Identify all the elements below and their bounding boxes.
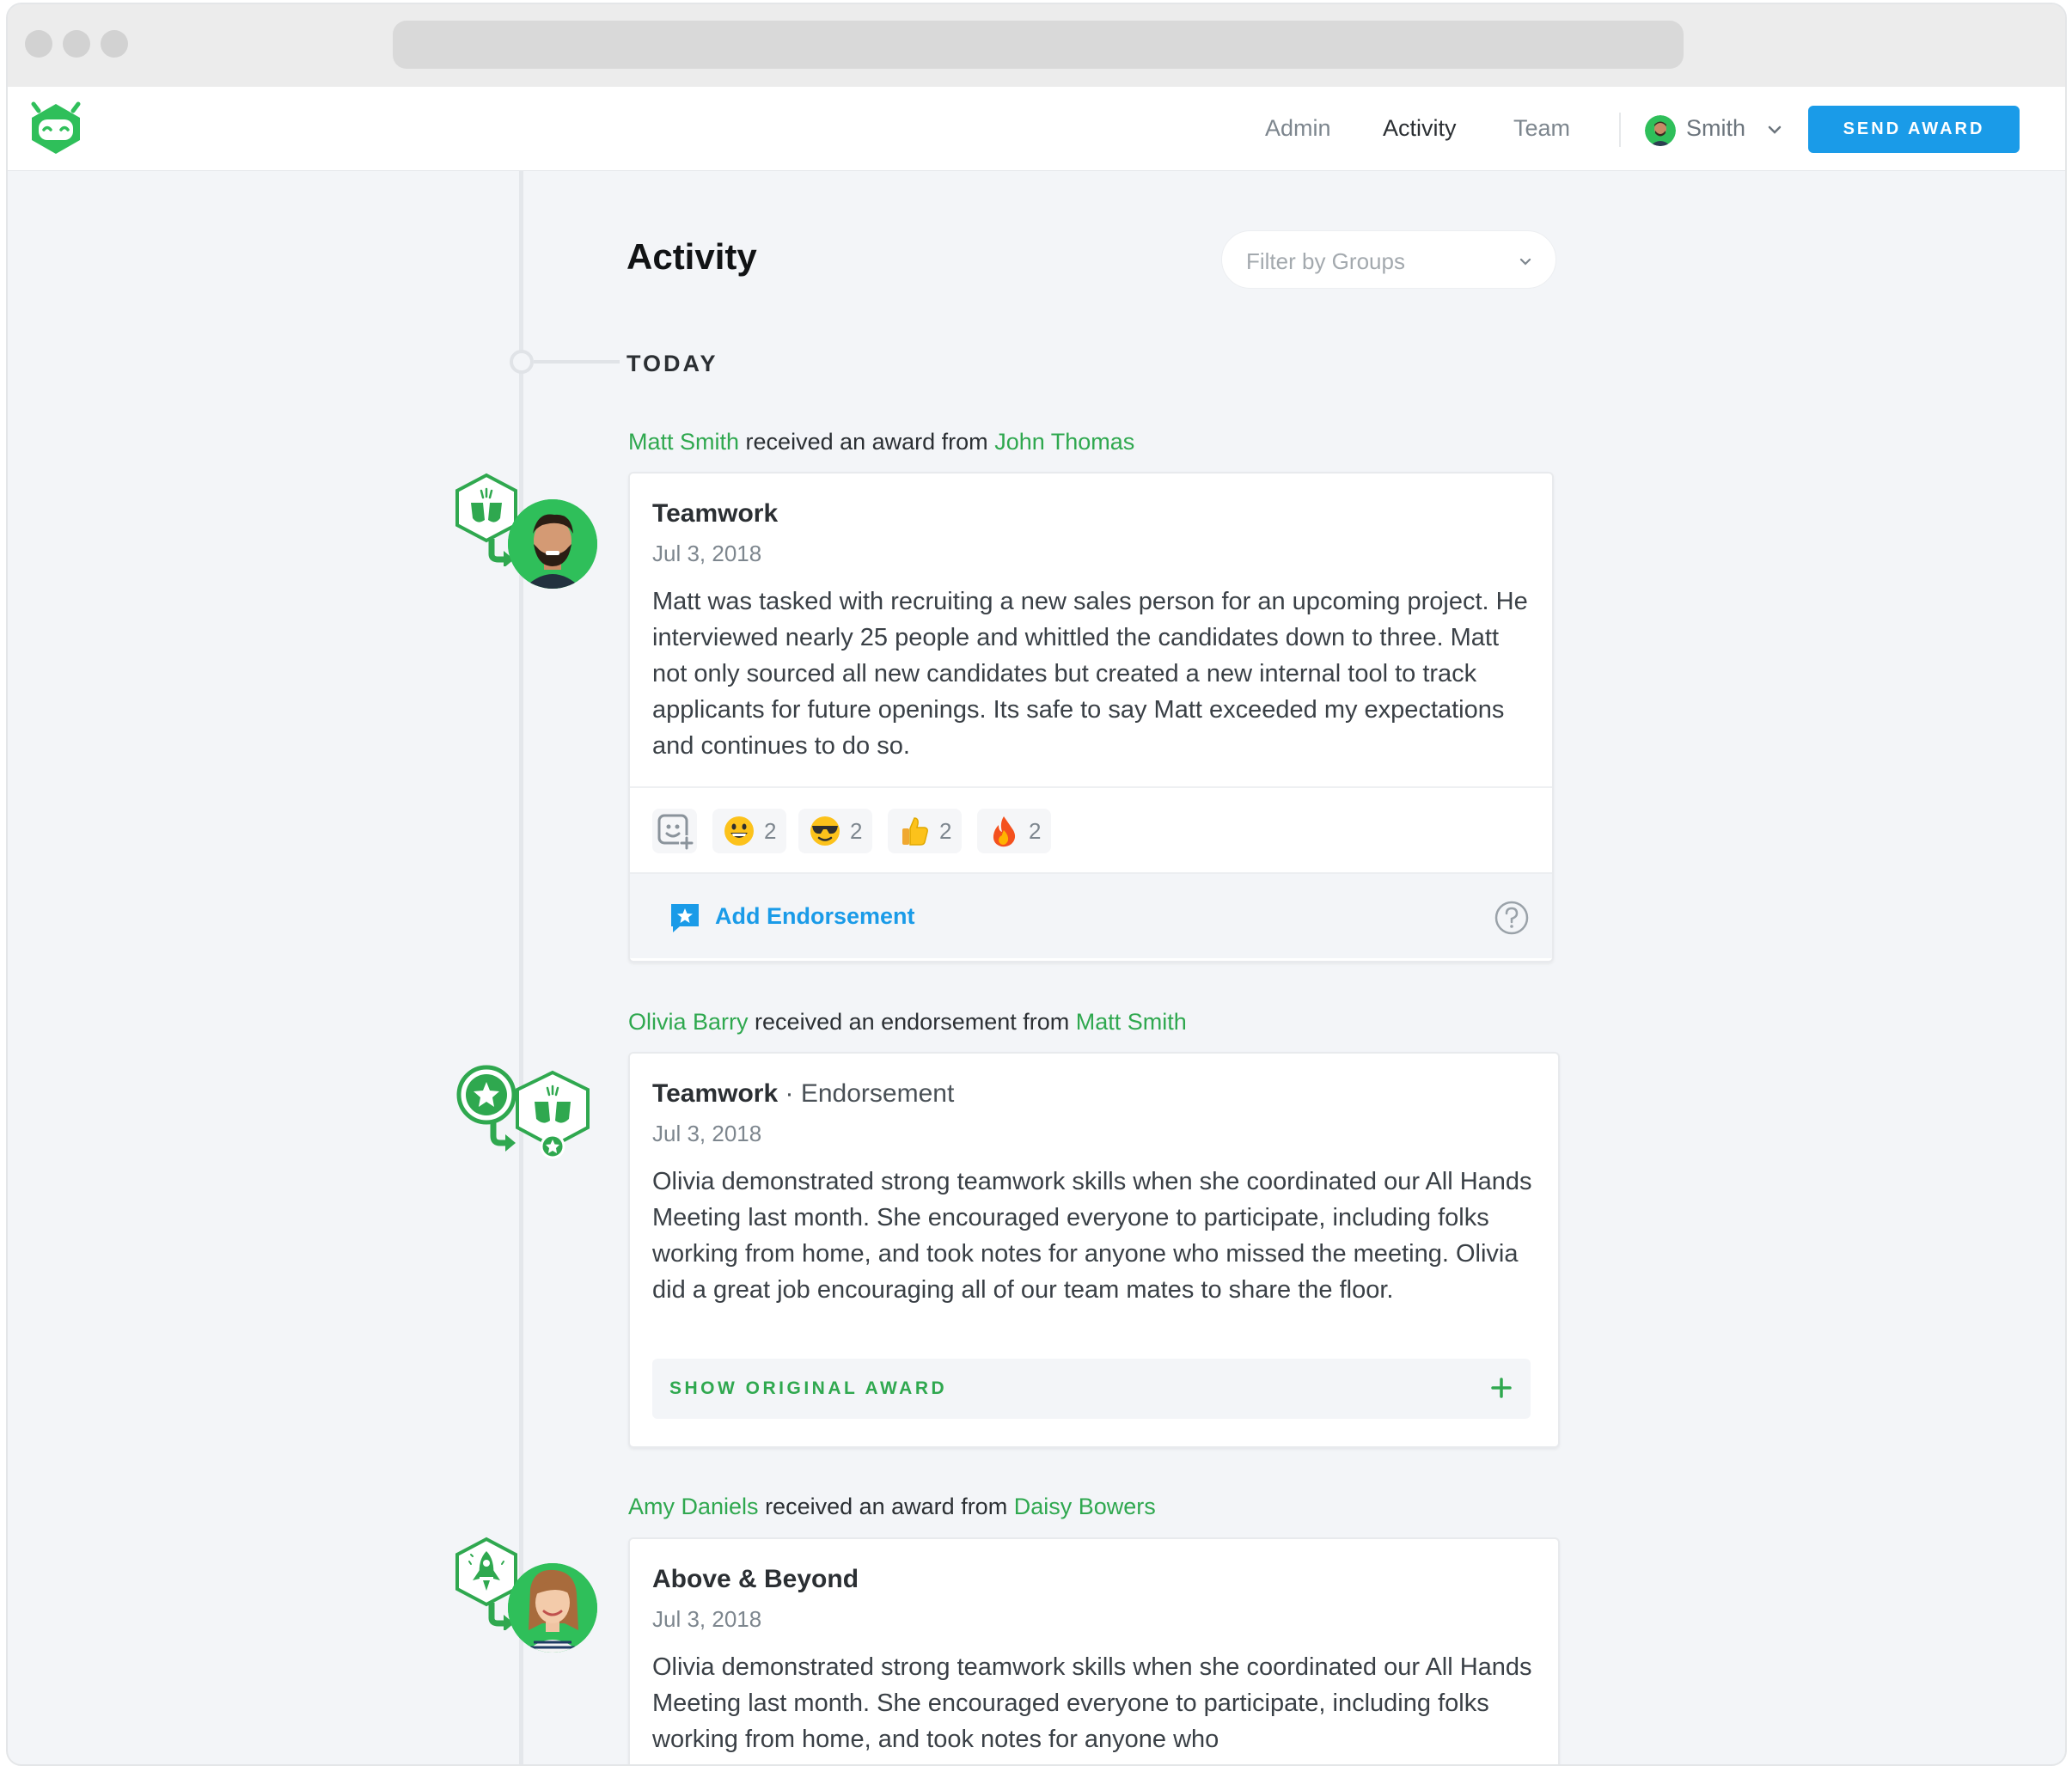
person-avatar-icon	[508, 1563, 597, 1653]
show-original-award-label: SHOW ORIGINAL AWARD	[669, 1378, 948, 1398]
headline-verb: received an award from	[745, 429, 988, 455]
timeline-node	[510, 350, 534, 374]
user-avatar[interactable]	[1645, 115, 1676, 146]
recipient-link[interactable]: Matt Smith	[628, 429, 739, 455]
fire-icon	[993, 816, 1016, 847]
endorsement-card: Teamwork · Endorsement Jul 3, 2018 Olivi…	[628, 1052, 1560, 1448]
reaction-count: 2	[1029, 817, 1042, 844]
giver-link[interactable]: Matt Smith	[1076, 1009, 1187, 1035]
feed-item-headline: Amy Daniels received an award from Daisy…	[628, 1494, 1156, 1520]
endorsement-bar: Add Endorsement	[630, 872, 1552, 958]
person-avatar-icon	[1645, 115, 1676, 146]
award-card: Teamwork Jul 3, 2018 Matt was tasked wit…	[628, 472, 1554, 962]
reaction-chip[interactable]: 2	[888, 809, 963, 853]
section-label-today: TODAY	[626, 351, 718, 376]
nav-link-activity[interactable]: Activity	[1383, 115, 1457, 142]
browser-window: Admin Activity Team Smith SEND AWARD Act…	[6, 3, 2067, 1766]
add-reaction-icon	[657, 814, 694, 851]
endorsement-subtitle: · Endorsement	[785, 1079, 955, 1108]
endorsement-star-icon[interactable]	[669, 902, 700, 933]
award-card: Above & Beyond Jul 3, 2018 Olivia demons…	[628, 1537, 1560, 1764]
send-award-button[interactable]: SEND AWARD	[1808, 106, 2020, 153]
reaction-chip[interactable]: 2	[977, 809, 1052, 853]
reaction-chip[interactable]: 2	[798, 809, 873, 853]
endorsement-message: Olivia demonstrated strong teamwork skil…	[652, 1168, 1532, 1304]
plus-icon	[1491, 1378, 1512, 1398]
reaction-count: 2	[939, 817, 952, 844]
headline-verb: received an award from	[765, 1494, 1008, 1519]
award-message: Matt was tasked with recruiting a new sa…	[652, 588, 1528, 760]
nav-link-admin[interactable]: Admin	[1265, 115, 1331, 142]
recipient-link[interactable]: Olivia Barry	[628, 1009, 749, 1035]
nav-divider	[1619, 113, 1621, 147]
feed-item-headline: Matt Smith received an award from John T…	[628, 429, 1134, 455]
address-bar[interactable]	[393, 21, 1684, 69]
reaction-count: 2	[850, 817, 863, 844]
endorsement-title: Teamwork · Endorsement	[652, 1079, 954, 1109]
award-date: Jul 3, 2018	[652, 1606, 762, 1632]
headline-verb: received an endorsement from	[755, 1009, 1070, 1035]
browser-chrome	[8, 4, 2065, 87]
giver-link[interactable]: John Thomas	[994, 429, 1134, 455]
award-title: Teamwork	[652, 499, 779, 528]
timeline-connector	[534, 360, 620, 364]
giver-link[interactable]: Daisy Bowers	[1014, 1494, 1156, 1519]
recipient-avatar[interactable]	[508, 1563, 597, 1653]
recipient-link[interactable]: Amy Daniels	[628, 1494, 759, 1519]
add-endorsement-link[interactable]: Add Endorsement	[715, 903, 915, 930]
thumbs-up-icon	[902, 817, 928, 846]
endorsement-date: Jul 3, 2018	[652, 1121, 762, 1146]
award-title: Above & Beyond	[652, 1565, 859, 1593]
page-title: Activity	[626, 236, 757, 277]
grinning-face-icon	[724, 816, 754, 846]
filter-groups-select[interactable]: Filter by Groups	[1221, 230, 1556, 289]
window-maximize-dot[interactable]	[101, 30, 128, 58]
sunglasses-face-icon	[810, 816, 840, 846]
nav-link-team[interactable]: Team	[1513, 115, 1570, 142]
chevron-down-icon	[1519, 258, 1531, 266]
reaction-count: 2	[764, 817, 777, 844]
award-message: Olivia demonstrated strong teamwork skil…	[652, 1653, 1532, 1753]
filter-groups-placeholder: Filter by Groups	[1246, 248, 1405, 274]
award-badge-group	[452, 472, 598, 592]
recipient-avatar[interactable]	[508, 499, 597, 589]
award-badge-group	[452, 1536, 598, 1656]
feed-item-headline: Olivia Barry received an endorsement fro…	[628, 1009, 1187, 1036]
timeline-line	[519, 171, 523, 1764]
person-avatar-icon	[508, 499, 597, 589]
window-minimize-dot[interactable]	[63, 30, 90, 58]
reactions-bar: 2 2 2 2	[630, 786, 1552, 872]
reaction-chip[interactable]: 2	[712, 809, 787, 853]
award-title: Teamwork	[652, 1079, 779, 1108]
show-original-award-button[interactable]: SHOW ORIGINAL AWARD	[652, 1359, 1531, 1419]
endorsement-badge-icon	[456, 1065, 590, 1159]
award-date: Jul 3, 2018	[652, 541, 762, 566]
add-reaction-button[interactable]	[652, 809, 697, 853]
chevron-down-icon[interactable]	[1766, 121, 1783, 138]
window-close-dot[interactable]	[25, 30, 52, 58]
help-question-icon[interactable]	[1494, 900, 1530, 936]
endorsement-badge-group	[452, 1064, 598, 1184]
robot-logo-icon[interactable]	[27, 101, 85, 157]
user-menu-name[interactable]: Smith	[1686, 115, 1745, 142]
top-navigation: Admin Activity Team Smith SEND AWARD	[8, 87, 2065, 171]
